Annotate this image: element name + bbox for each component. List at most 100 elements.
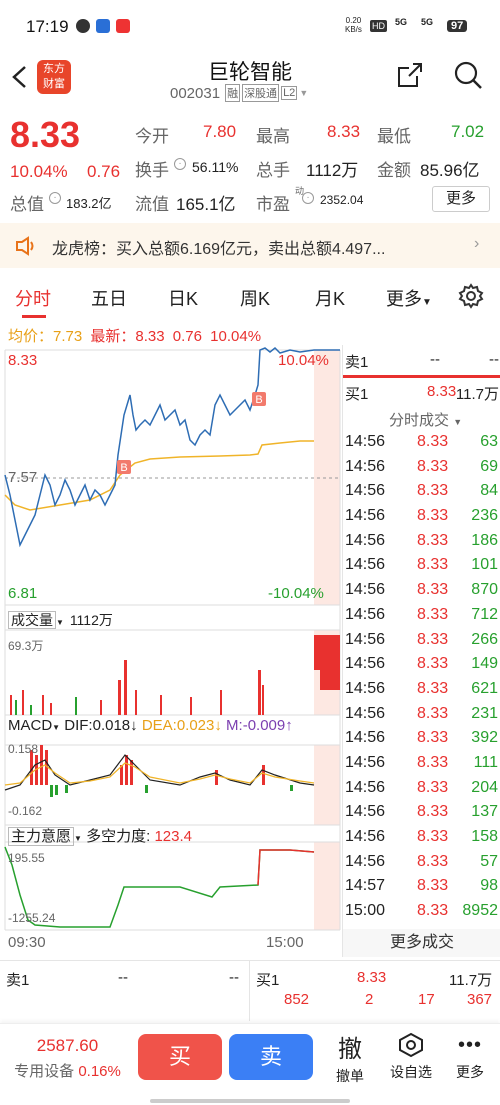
tab-daily-k[interactable]: 日K xyxy=(168,285,198,311)
volume-label: 总手 xyxy=(256,161,290,180)
share-icon[interactable] xyxy=(395,60,425,90)
chart-top-price: 8.33 xyxy=(8,352,38,369)
turnover-label: 换手 xyxy=(135,161,169,180)
more-trades-button[interactable]: 更多成交 xyxy=(343,929,500,957)
tab-intraday[interactable]: 分时 xyxy=(15,285,51,311)
undo-icon: 撤 xyxy=(338,1036,362,1063)
float-value: 165.1亿 xyxy=(176,195,236,214)
info-icon[interactable]: · xyxy=(174,158,186,170)
stock-name: 巨轮智能 xyxy=(208,61,292,84)
tab-weekly-k[interactable]: 周K xyxy=(240,285,270,311)
force-min: -1255.24 xyxy=(8,911,56,925)
chart-bottom-pct: -10.04% xyxy=(268,585,324,602)
price-line xyxy=(4,346,340,548)
undo-button[interactable]: 撤 撤单 xyxy=(325,1029,375,1086)
header: 东方 财富 巨轮智能 002031 融 深股通 L2 ▼ xyxy=(0,50,500,105)
trades-title[interactable]: 分时成交 ▼ xyxy=(389,409,462,430)
change-value: 0.76 xyxy=(87,162,121,181)
bid1-row: 买1 8.33 11.7万 xyxy=(345,383,499,403)
bottom-bar: 2587.60 专用设备 0.16% 买 卖 撤 撤单 设自选 ••• 更多 xyxy=(0,1023,500,1105)
tag-margin: 融 xyxy=(225,84,241,102)
sell-button[interactable]: 卖 xyxy=(229,1034,313,1080)
more-button[interactable]: 更多 xyxy=(432,186,490,212)
info-icon[interactable]: · xyxy=(49,192,61,204)
orderbook-divider xyxy=(343,375,500,378)
time-start: 09:30 xyxy=(8,934,46,951)
pe-label: 市盈 xyxy=(256,195,290,214)
status-time: 17:19 xyxy=(26,17,69,36)
volume-value: 1112万 xyxy=(306,161,359,180)
force-max: 195.55 xyxy=(8,851,45,865)
hd-icon: HD xyxy=(370,20,387,32)
trade-row: 14:56 8.33 236 xyxy=(345,507,498,525)
watchlist-icon xyxy=(399,1032,423,1058)
tab-five-day[interactable]: 五日 xyxy=(91,285,127,311)
home-indicator xyxy=(150,1099,350,1103)
network-speed: 0.20 KB/s xyxy=(345,16,362,34)
ask1-row: 卖1 -- -- xyxy=(345,351,499,371)
macd-header[interactable]: MACD▼ DIF:0.018↓ DEA:0.023↓ M:-0.009↑ xyxy=(8,717,293,734)
tag-connect: 深股通 xyxy=(242,84,280,102)
more-menu-button[interactable]: ••• 更多 xyxy=(448,1034,492,1082)
last-price: 8.33 xyxy=(10,114,81,155)
tab-monthly-k[interactable]: 月K xyxy=(315,285,345,311)
chart-mid-price: 7.57 xyxy=(8,469,38,486)
trade-row: 14:56 8.33 621 xyxy=(345,679,498,697)
tab-active-underline xyxy=(22,315,46,318)
speaker-icon xyxy=(16,236,34,256)
trade-row: 14:56 8.33 158 xyxy=(345,828,498,845)
quote-panel: 8.33 10.04% 0.76 总值 · 183.2亿 今开 7.80 最高 … xyxy=(0,112,500,222)
trade-row: 14:56 8.33 186 xyxy=(345,531,498,549)
svg-text:B: B xyxy=(120,462,127,474)
trade-row: 14:56 8.33 870 xyxy=(345,581,498,599)
orderbook-panel: 卖1 -- -- 买1 8.33 11.7万 分时成交 ▼ 14:56 8.33 6… xyxy=(342,345,500,957)
trade-row: 14:56 8.33 204 xyxy=(345,778,498,796)
info-icon[interactable]: · xyxy=(302,192,314,204)
gear-icon[interactable] xyxy=(458,283,484,309)
signal-label-1: 5G xyxy=(395,17,408,27)
trade-row: 14:56 8.33 111 xyxy=(345,753,498,771)
status-bar: 17:19 0.20 KB/s HD 5G 5G 97 xyxy=(0,0,500,50)
watchlist-button[interactable]: 设自选 xyxy=(383,1032,439,1082)
low-label: 最低 xyxy=(377,127,411,146)
trade-row: 14:56 8.33 392 xyxy=(345,729,498,747)
trade-row: 14:56 8.33 63 xyxy=(345,433,498,450)
mcap-label: 总值 xyxy=(10,195,44,214)
amount-label: 金额 xyxy=(377,161,411,180)
trade-row: 14:56 8.33 231 xyxy=(345,704,498,722)
chevron-right-icon: › xyxy=(474,235,480,252)
volume-bars xyxy=(10,635,340,715)
trade-row: 14:56 8.33 712 xyxy=(345,605,498,623)
macd-max: 0.158 xyxy=(8,742,39,756)
tag-l2: L2 xyxy=(281,86,298,100)
svg-text:B: B xyxy=(255,394,262,406)
amount-value: 85.96亿 xyxy=(420,161,480,180)
index-widget[interactable]: 2587.60 专用设备 0.16% xyxy=(0,1036,135,1081)
trade-row: 14:56 8.33 137 xyxy=(345,803,498,821)
intraday-charts[interactable]: B B xyxy=(0,345,342,963)
trade-row: 14:56 8.33 57 xyxy=(345,852,498,870)
turnover-value: 56.11% xyxy=(192,159,239,175)
app-icon-2 xyxy=(116,19,130,33)
high-value: 8.33 xyxy=(327,122,361,141)
high-label: 最高 xyxy=(256,127,290,146)
notice-bar[interactable]: 龙虎榜：买入总额6.169亿元，卖出总额4.497... › xyxy=(0,223,500,268)
tab-more[interactable]: 更多▼ xyxy=(386,285,432,311)
chart-bottom-price: 6.81 xyxy=(8,585,38,602)
trades-list: 14:56 8.33 63 14:56 8.33 69 14:56 8.33 84 14:56 8.… xyxy=(343,433,500,927)
trade-row: 14:56 8.33 69 xyxy=(345,457,498,475)
trade-row: 15:00 8.33 8952 xyxy=(345,902,498,920)
mcap-value: 183.2亿 xyxy=(66,196,112,211)
macd-min: -0.162 xyxy=(8,804,43,818)
chart-top-pct: 10.04% xyxy=(278,352,329,369)
change-pct: 10.04% xyxy=(10,162,68,181)
time-end: 15:00 xyxy=(266,934,304,951)
buy-button[interactable]: 买 xyxy=(138,1034,222,1080)
volume-header[interactable]: 成交量 ▼ 1112万 xyxy=(8,610,113,630)
more-dots-icon: ••• xyxy=(457,1034,482,1056)
trade-row: 14:56 8.33 149 xyxy=(345,655,498,673)
chevron-down-icon[interactable]: ▼ xyxy=(299,88,308,98)
force-header[interactable]: 主力意愿 ▼ 多空力度: 123.4 xyxy=(8,825,192,846)
avg-price-line xyxy=(4,440,314,511)
search-icon[interactable] xyxy=(452,59,484,91)
